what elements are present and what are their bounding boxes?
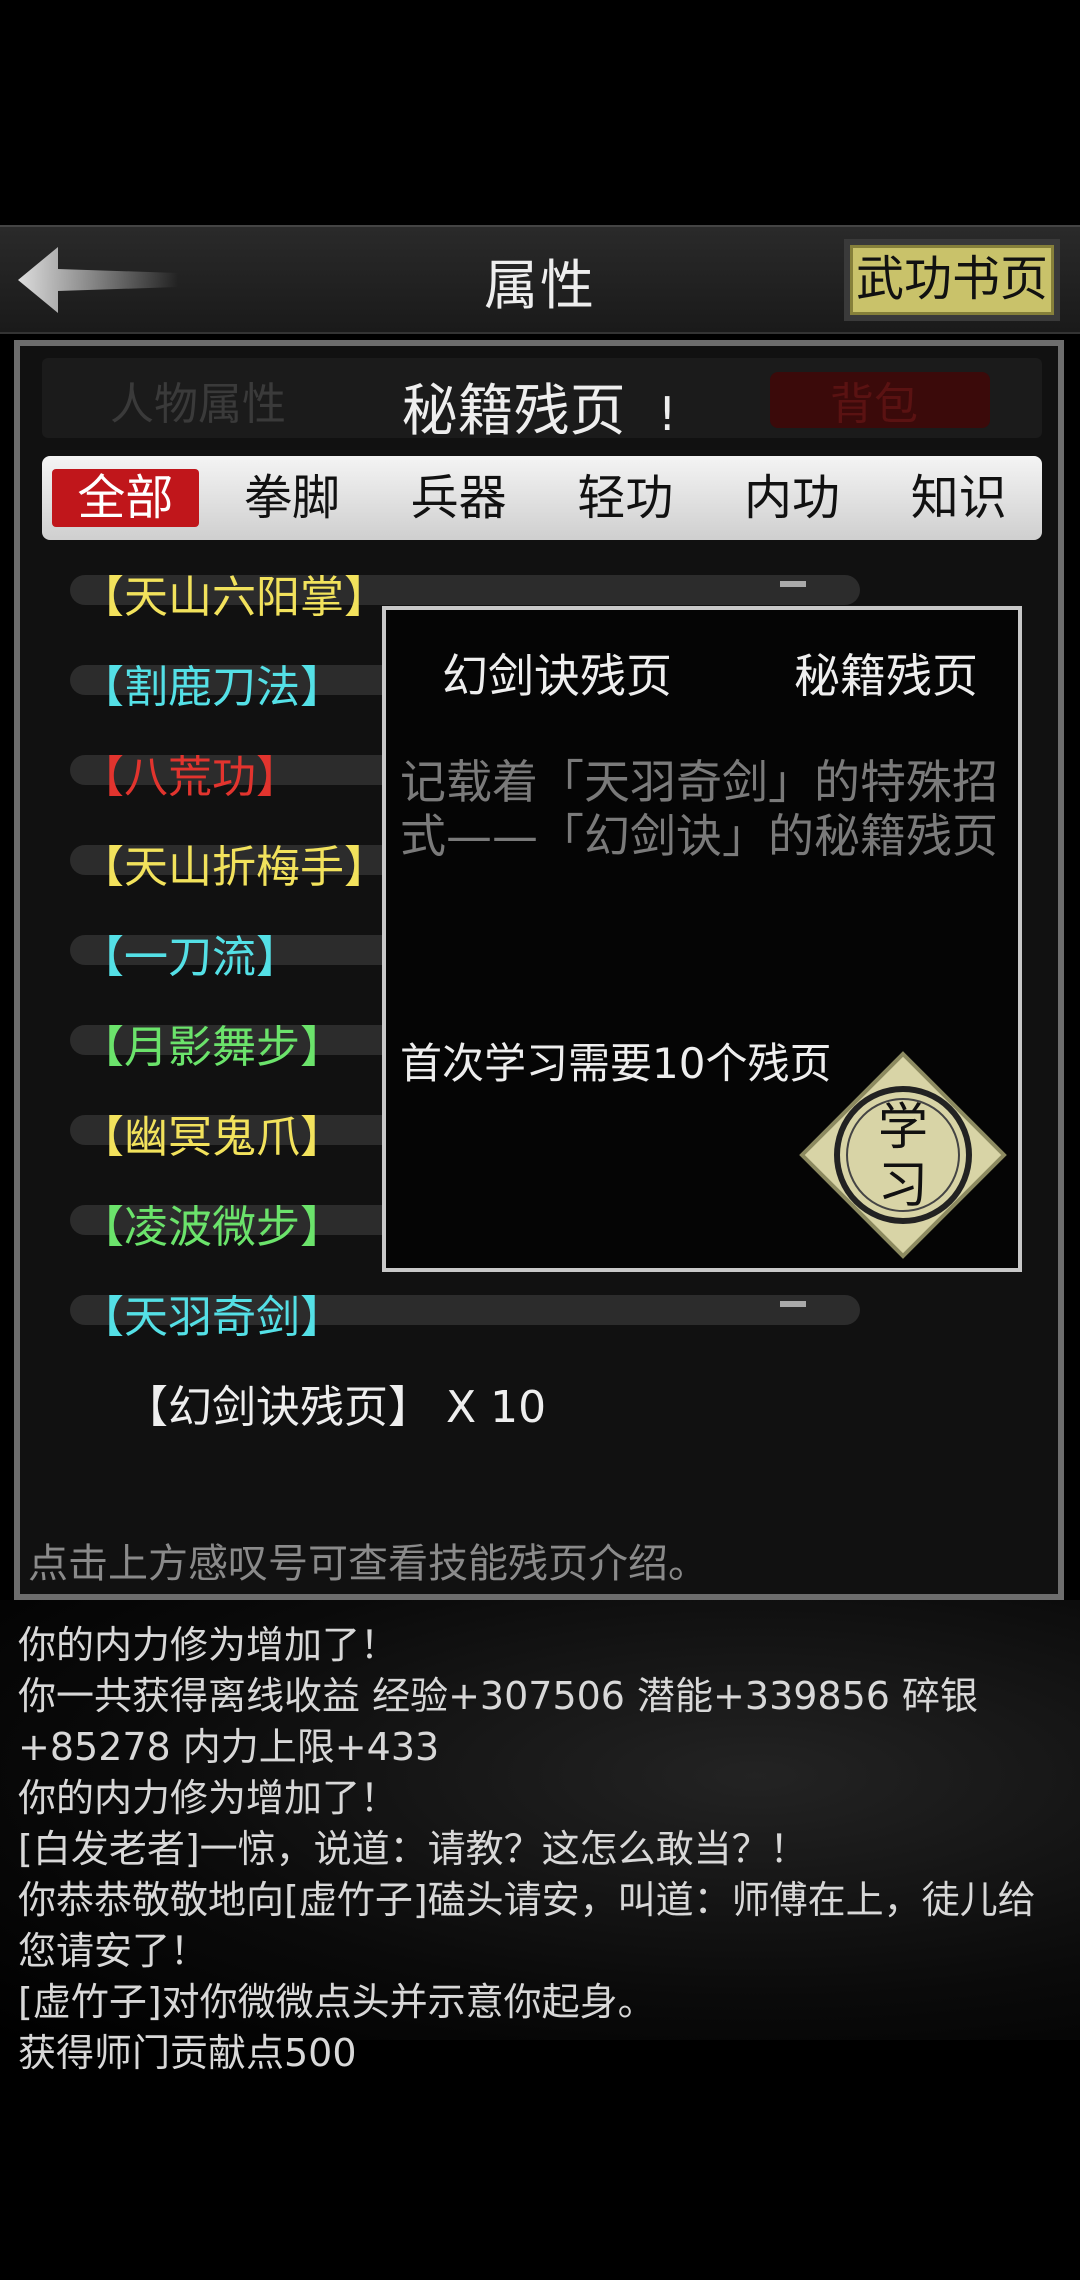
log-line: [白发老者]一惊，说道：请教？这怎么敢当？！ (18, 1827, 808, 1871)
skill-label: 【割鹿刀法】 (80, 662, 344, 713)
skill-label: 【一刀流】 (80, 932, 300, 983)
skill-label: 【凌波微步】 (80, 1202, 344, 1253)
hint-text: 点击上方感叹号可查看技能残页介绍。 (28, 1541, 708, 1587)
category-tabs: 全部 拳脚 兵器 轻功 内功 知识 (42, 456, 1042, 540)
tab-lightness[interactable]: 轻功 (552, 469, 699, 527)
section-title-text: 秘籍残页 (401, 379, 626, 444)
skill-row[interactable]: 【天羽奇剑】 (40, 1281, 1040, 1343)
tab-knowledge[interactable]: 知识 (885, 469, 1032, 527)
learn-requirement: 首次学习需要10个残页 (400, 1039, 832, 1088)
learn-button[interactable]: 学习 (798, 1050, 1008, 1260)
fragment-description: 记载着「天羽奇剑」的特殊招式——「幻剑诀」的秘籍残页 (400, 755, 998, 863)
log-line: 你恭恭敬敬地向[虚竹子]磕头请安，叫道：师傅在上，徒儿给您请安了！ (18, 1878, 1036, 1973)
fragment-type: 秘籍残页 (794, 649, 978, 703)
log-line: 你一共获得离线收益 经验+307506 潜能+339856 碎银+85278 内… (18, 1674, 979, 1769)
skill-label: 【天山折梅手】 (80, 842, 388, 893)
fragment-name: 幻剑诀残页 (442, 649, 672, 703)
skill-label: 【天羽奇剑】 (80, 1292, 344, 1343)
learn-button-label: 学习 (878, 1098, 928, 1214)
book-pages-button[interactable]: 武功书页 (844, 239, 1060, 321)
skill-label: 【八荒功】 (80, 752, 300, 803)
info-exclamation-icon[interactable]: ! (643, 387, 676, 441)
log-line: 获得师门贡献点500 (18, 2031, 357, 2075)
skill-label: 【天山六阳掌】 (80, 572, 388, 623)
tab-inner[interactable]: 内功 (719, 469, 866, 527)
fragment-detail-popup: 幻剑诀残页 秘籍残页 记载着「天羽奇剑」的特殊招式——「幻剑诀」的秘籍残页 首次… (382, 606, 1022, 1272)
section-title: 秘籍残页 ! (20, 366, 1058, 447)
collapse-dash-icon[interactable] (780, 1301, 806, 1307)
top-bar: 属性 武功书页 (0, 225, 1080, 334)
tab-all[interactable]: 全部 (52, 469, 199, 527)
message-log: 你的内力修为增加了！ 你一共获得离线收益 经验+307506 潜能+339856… (18, 1620, 1068, 2079)
fragment-item-row[interactable]: 【幻剑诀残页】 X 10 (124, 1371, 546, 1435)
expand-chevron-icon[interactable] (780, 581, 806, 587)
log-line: [虚竹子]对你微微点头并示意你起身。 (18, 1980, 656, 2024)
skill-label: 【月影舞步】 (80, 1022, 344, 1073)
tab-weapon[interactable]: 兵器 (385, 469, 532, 527)
log-line: 你的内力修为增加了！ (18, 1776, 399, 1820)
log-line: 你的内力修为增加了！ (18, 1623, 399, 1667)
tab-fist[interactable]: 拳脚 (219, 469, 366, 527)
skill-label: 【幽冥鬼爪】 (80, 1112, 344, 1163)
